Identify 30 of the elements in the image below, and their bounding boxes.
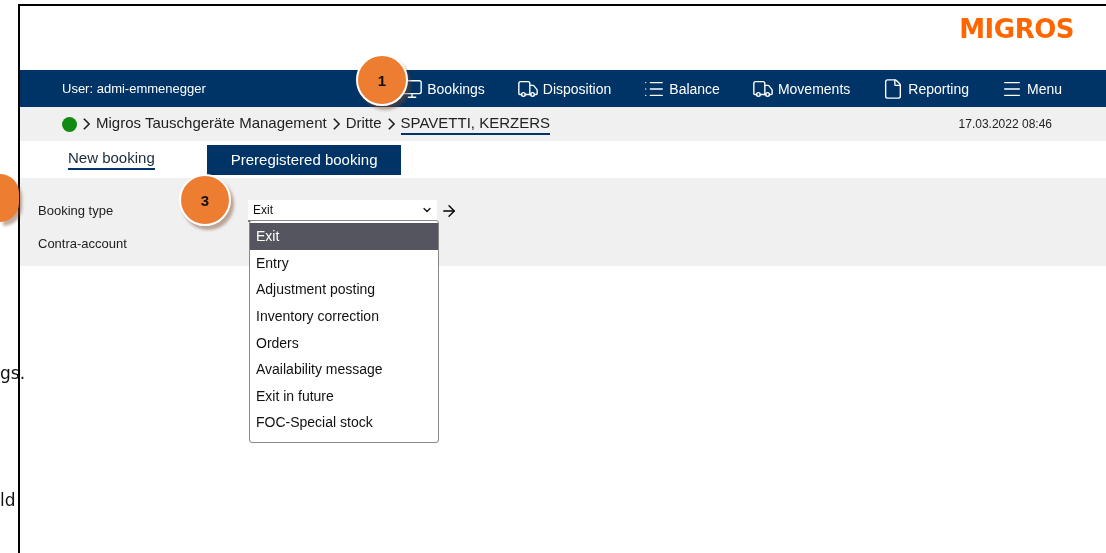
field-label: Booking type: [38, 203, 115, 218]
booking-type-select[interactable]: Exit: [248, 199, 437, 222]
dropdown-option[interactable]: Exit in future: [250, 382, 438, 410]
field-label: Contra-account: [38, 236, 128, 251]
tab[interactable]: Preregistered booking: [206, 144, 402, 175]
nav-item[interactable]: Balance: [643, 77, 720, 100]
dropdown-option[interactable]: Inventory correction: [250, 302, 438, 330]
breadcrumb-link[interactable]: SPAVETTI, KERZERS: [400, 113, 550, 135]
dropdown-option[interactable]: Exit: [250, 223, 438, 250]
user-label: User: admi-emmenegger: [62, 81, 206, 96]
chevron-icon: [332, 117, 340, 131]
callout-badge: 1: [356, 54, 408, 106]
dropdown-option[interactable]: Entry: [250, 249, 438, 277]
callout-badge: [0, 174, 19, 222]
nav-item[interactable]: Menu: [1000, 77, 1062, 100]
nav-item[interactable]: Disposition: [516, 77, 612, 100]
logo: MIGROS: [959, 14, 1074, 44]
breadcrumb-link[interactable]: Migros Tauschgeräte Management: [96, 113, 327, 135]
chevron-icon: [83, 117, 90, 131]
dropdown-option[interactable]: Orders: [250, 329, 438, 356]
breadcrumb-link[interactable]: Dritte: [345, 113, 382, 135]
document-text: ld: [0, 490, 16, 510]
timestamp: 17.03.2022 08:46: [958, 117, 1052, 131]
dropdown-option[interactable]: FOC-Special stock: [250, 409, 438, 436]
dropdown-option[interactable]: Availability message: [250, 355, 438, 383]
dropdown-option[interactable]: Adjustment posting: [250, 276, 438, 303]
nav-item[interactable]: Movements: [751, 77, 851, 100]
tab[interactable]: New booking: [68, 149, 155, 170]
chevron-icon: [387, 117, 395, 131]
nav-item[interactable]: Reporting: [882, 77, 969, 100]
